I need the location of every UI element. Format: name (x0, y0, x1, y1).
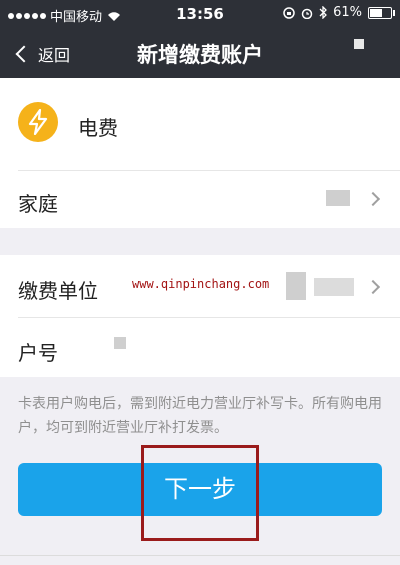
account-input-redacted[interactable] (114, 337, 126, 349)
alarm-icon (301, 8, 313, 19)
group-label: 家庭 (18, 192, 58, 216)
payee-value-redacted (286, 272, 306, 300)
rotation-lock-icon (283, 6, 295, 19)
lightning-icon (18, 102, 58, 142)
status-right: 61% (283, 5, 395, 20)
divider (0, 555, 400, 556)
battery-fill (370, 8, 383, 17)
notice-text: 卡表用户购电后，需到附近电力营业厅补写卡。所有购电用户，均可到附近营业厅补打发票… (18, 396, 382, 436)
account-label: 户号 (18, 341, 58, 365)
menu-icon[interactable] (354, 39, 364, 49)
status-bar: 中国移动 13:56 61% (0, 0, 400, 28)
battery-icon (368, 6, 395, 19)
divider (18, 317, 400, 318)
payee-value-redacted (314, 278, 354, 296)
group-value-redacted (326, 190, 350, 206)
payee-label: 缴费单位 (18, 279, 98, 303)
page-title: 新增缴费账户 (137, 43, 263, 67)
service-name: 电费 (78, 116, 118, 140)
bluetooth-icon (319, 6, 328, 19)
highlight-annotation-box (141, 445, 259, 541)
battery-percent: 61% (333, 5, 362, 20)
watermark-text: www.qinpinchang.com (132, 277, 270, 291)
navigation-bar: 返回 新增缴费账户 (0, 28, 400, 78)
